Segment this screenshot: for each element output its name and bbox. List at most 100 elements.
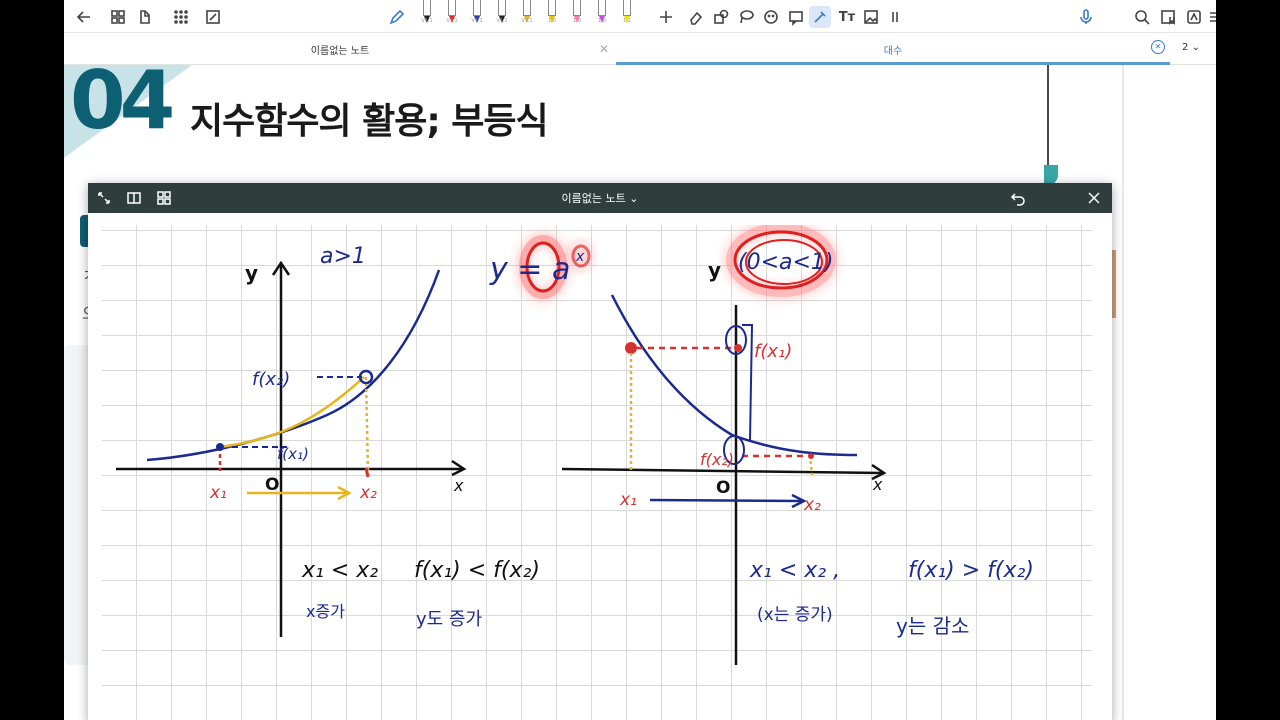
screen: V1.1 V1.1 V1.1 V1.1 V1.1 1.0 1.0 1.0 1.2 Tт 이름없는…: [0, 0, 1280, 720]
left-note-1: x증가: [306, 602, 345, 621]
decay-curve: [610, 294, 858, 457]
right-inequality: x₁ < x₂ ,: [749, 558, 840, 583]
undo-icon[interactable]: [1008, 188, 1028, 208]
label-x2: x₂: [803, 495, 821, 515]
back-arrow-icon[interactable]: [73, 6, 95, 28]
pen-size-label: 1.0: [573, 18, 581, 24]
pen-size-label: V1.1: [521, 18, 533, 24]
tab-label: 대수: [883, 45, 903, 57]
pen-size-label: 1.2: [623, 18, 631, 24]
side-panel: [1124, 65, 1216, 720]
chevron-down-icon: ⌄: [1191, 42, 1200, 53]
pen-body: [548, 0, 556, 16]
pen-swatch[interactable]: V1.1: [495, 0, 509, 26]
right-note-1: (x는 증가): [757, 605, 833, 625]
formula-exponent: x: [575, 249, 585, 265]
comment-icon[interactable]: [785, 6, 807, 28]
pen-swatch[interactable]: 1.2: [620, 0, 634, 26]
close-icon[interactable]: [1084, 188, 1104, 208]
pen-size-label: 1.0: [598, 18, 606, 24]
sticker-icon[interactable]: [760, 6, 782, 28]
menu-icon[interactable]: [1205, 6, 1216, 28]
page-indicator[interactable]: 2 ⌄: [1182, 42, 1200, 53]
edit-icon[interactable]: [202, 6, 224, 28]
pen-size-label: V1.1: [496, 18, 508, 24]
lasso-icon[interactable]: [735, 6, 757, 28]
note-title[interactable]: 이름없는 노트 ⌄: [88, 183, 1112, 213]
pen-swatch[interactable]: 1.0: [545, 0, 559, 26]
graph-2: y (0<a<1) f(x₁) f(x₂) O x₁ x₂ x: [561, 225, 887, 665]
formula-text: y = a: [489, 252, 570, 287]
divider: [1047, 65, 1049, 168]
left-inequality: x₁ < x₂: [301, 558, 378, 583]
page-title: 지수함수의 활용; 부등식: [190, 101, 549, 142]
label-fx1: f(x₁): [754, 341, 792, 362]
top-toolbar: V1.1 V1.1 V1.1 V1.1 V1.1 1.0 1.0 1.0 1.2 Tт: [64, 0, 1216, 33]
label-y: y: [708, 258, 721, 282]
pen-body: [498, 0, 506, 16]
note-canvas[interactable]: a>1 y f(x₂) f(x₁) O x₁ x₂ x y = a x y (0…: [102, 225, 1092, 720]
notes-app: V1.1 V1.1 V1.1 V1.1 V1.1 1.0 1.0 1.0 1.2 Tт 이름없는…: [64, 0, 1216, 720]
pen-swatch[interactable]: V1.1: [420, 0, 434, 26]
pen-swatch[interactable]: V1.1: [445, 0, 459, 26]
ar-icon[interactable]: [1183, 6, 1205, 28]
tab-bar: 이름없는 노트 ✕ 대수 ✕ 2 ⌄: [64, 33, 1216, 65]
graph-1: a>1 y f(x₂) f(x₁) O x₁ x₂ x: [116, 244, 467, 637]
eraser-icon[interactable]: [685, 6, 707, 28]
pen-body: [623, 0, 631, 16]
page-marker: [1112, 250, 1116, 318]
pen-body: [473, 0, 481, 16]
pen-body: [423, 0, 431, 16]
label-x: x: [453, 476, 464, 495]
label-cond: a>1: [320, 244, 366, 269]
left-note-2: y도 증가: [416, 609, 482, 630]
content-box: [64, 345, 88, 665]
label-x2: x₂: [359, 483, 377, 503]
point-x1: [216, 443, 224, 451]
tab-label: 이름없는 노트: [310, 45, 370, 57]
left-f-inequality: f(x₁) < f(x₂): [414, 558, 540, 583]
x-increase-arrow: [649, 498, 803, 503]
add-pen-icon[interactable]: [655, 6, 677, 28]
export-icon[interactable]: [134, 6, 156, 28]
label-cond: (0<a<1): [738, 250, 834, 275]
pen-swatch[interactable]: V1.1: [470, 0, 484, 26]
bookmark-icon[interactable]: [1157, 6, 1179, 28]
right-f-inequality: f(x₁) > f(x₂): [908, 558, 1034, 583]
formula: y = a x: [489, 235, 591, 299]
search-icon[interactable]: [1131, 6, 1153, 28]
pen-body: [448, 0, 456, 16]
x2-tick: [364, 467, 370, 478]
apps-icon[interactable]: [170, 6, 192, 28]
point-x2: [808, 453, 814, 459]
page-grid-icon[interactable]: [154, 188, 174, 208]
label-fx2: f(x₂): [252, 369, 290, 390]
expand-icon[interactable]: [94, 188, 114, 208]
page-number: 2: [1182, 42, 1189, 53]
mic-icon[interactable]: [1075, 6, 1097, 28]
exp-curve: [146, 269, 441, 462]
tab-algebra[interactable]: 대수: [616, 33, 1170, 65]
note-window-header: 이름없는 노트 ⌄: [88, 183, 1112, 213]
label-fx2: f(x₂): [700, 450, 734, 469]
pen-swatch[interactable]: V1.1: [520, 0, 534, 26]
pen-body: [523, 0, 531, 16]
handwriting-layer: a>1 y f(x₂) f(x₁) O x₁ x₂ x y = a x y (0…: [116, 225, 1034, 665]
text-icon[interactable]: Tт: [836, 6, 858, 28]
image-icon[interactable]: [860, 6, 882, 28]
pen-tool-icon[interactable]: [386, 6, 408, 28]
label-x1: x₁: [619, 490, 637, 510]
close-icon[interactable]: ✕: [599, 42, 609, 56]
point-x1: [625, 342, 637, 354]
pen-swatch[interactable]: 1.0: [570, 0, 584, 26]
pen-swatch[interactable]: 1.0: [595, 0, 609, 26]
label-y: y: [245, 261, 258, 285]
split-view-icon[interactable]: [124, 188, 144, 208]
label-x: x: [872, 475, 883, 494]
grid-icon[interactable]: [107, 6, 129, 28]
shapes-icon[interactable]: [710, 6, 732, 28]
floating-note-window: 이름없는 노트 ⌄ a>1 y f(x₂) f(x₁) O x₁ x₂ x y …: [88, 183, 1112, 720]
close-tab-icon[interactable]: ✕: [1151, 40, 1165, 54]
laser-icon[interactable]: [809, 6, 831, 28]
more-icon[interactable]: [884, 6, 906, 28]
